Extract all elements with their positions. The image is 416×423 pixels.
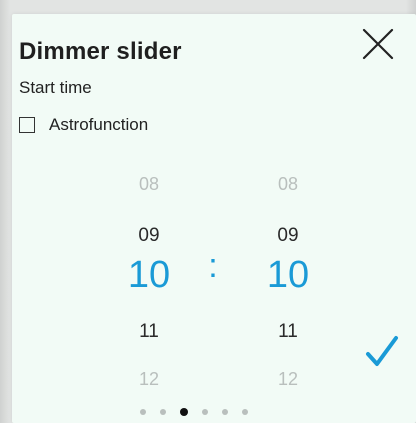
checkmark-icon [366,336,398,366]
minutes-selected-value[interactable]: 10 [243,254,333,297]
astrofunction-checkbox-row[interactable]: Astrofunction [19,114,148,136]
hours-selected-value[interactable]: 10 [104,254,194,297]
astrofunction-checkbox[interactable] [19,117,35,133]
page-dot[interactable] [160,409,166,415]
dimmer-dialog [12,14,416,423]
hours-option-above-far[interactable]: 08 [104,174,194,195]
dialog-subtitle: Start time [19,78,92,97]
minutes-option-above-near[interactable]: 09 [243,225,333,247]
page-dot[interactable] [242,409,248,415]
page-dot-active[interactable] [180,408,188,416]
page-dot[interactable] [222,409,228,415]
hours-option-below-near[interactable]: 11 [104,321,194,343]
time-separator: : [208,247,218,285]
minutes-option-below-far[interactable]: 12 [243,369,333,390]
confirm-button[interactable] [360,330,404,374]
page-dot[interactable] [202,409,208,415]
minutes-option-below-near[interactable]: 11 [243,321,333,343]
page-indicator [140,408,248,416]
close-button[interactable] [358,24,398,64]
close-icon [362,28,394,60]
page-dot[interactable] [140,409,146,415]
hours-wheel[interactable]: 08 09 10 11 12 [104,170,194,395]
minutes-wheel[interactable]: 08 09 10 11 12 [243,170,333,395]
hours-option-below-far[interactable]: 12 [104,369,194,390]
dialog-title: Dimmer slider [19,38,182,65]
hours-option-above-near[interactable]: 09 [104,225,194,247]
astrofunction-label: Astrofunction [49,115,149,134]
minutes-option-above-far[interactable]: 08 [243,174,333,195]
